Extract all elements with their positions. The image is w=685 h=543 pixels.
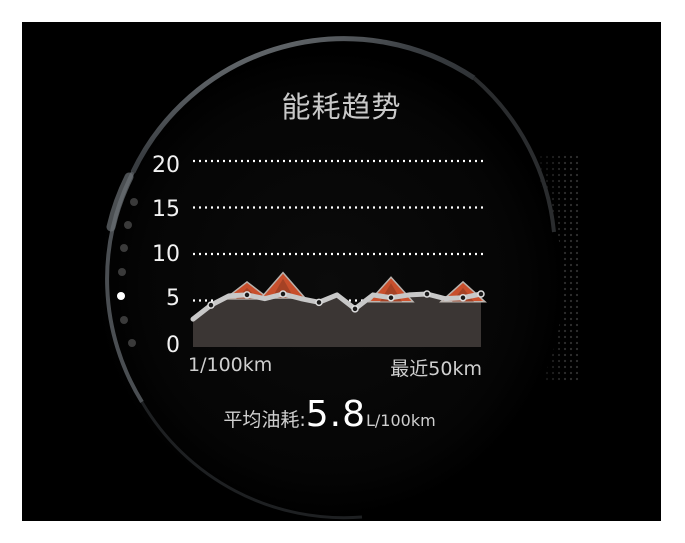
data-point	[423, 290, 431, 298]
data-point	[459, 293, 467, 302]
data-point	[351, 305, 359, 313]
page-dot[interactable]	[120, 316, 128, 324]
screen-title: 能耗趋势	[281, 90, 402, 124]
instrument-screen: 能耗趋势 20 15 10 5 0 1/100km 最近50km 平均油耗:5.…	[22, 22, 661, 521]
data-point	[315, 298, 323, 307]
average-unit: L/100km	[365, 411, 436, 430]
y-tick-label: 10	[152, 242, 180, 267]
page-dot[interactable]	[130, 198, 138, 206]
average-consumption: 平均油耗:5.8L/100km	[22, 394, 637, 435]
page-dot[interactable]	[124, 221, 132, 229]
page-dot[interactable]	[128, 339, 136, 347]
y-tick-label: 0	[166, 333, 180, 358]
y-tick-label: 20	[152, 153, 180, 178]
data-point	[243, 291, 251, 299]
data-point	[279, 290, 287, 298]
y-tick-label: 5	[166, 286, 180, 311]
x-axis-start-label: 1/100km	[188, 354, 273, 376]
page-dot[interactable]	[117, 292, 125, 300]
page-dot[interactable]	[120, 244, 128, 252]
consumption-area	[193, 293, 481, 347]
x-axis-end-label: 最近50km	[390, 358, 482, 380]
y-tick-label: 15	[152, 197, 180, 222]
page-dot[interactable]	[118, 268, 126, 276]
data-point	[477, 290, 485, 298]
average-label: 平均油耗:	[223, 409, 306, 431]
data-point	[387, 293, 395, 302]
average-value: 5.8	[305, 394, 366, 435]
data-point	[207, 301, 215, 309]
